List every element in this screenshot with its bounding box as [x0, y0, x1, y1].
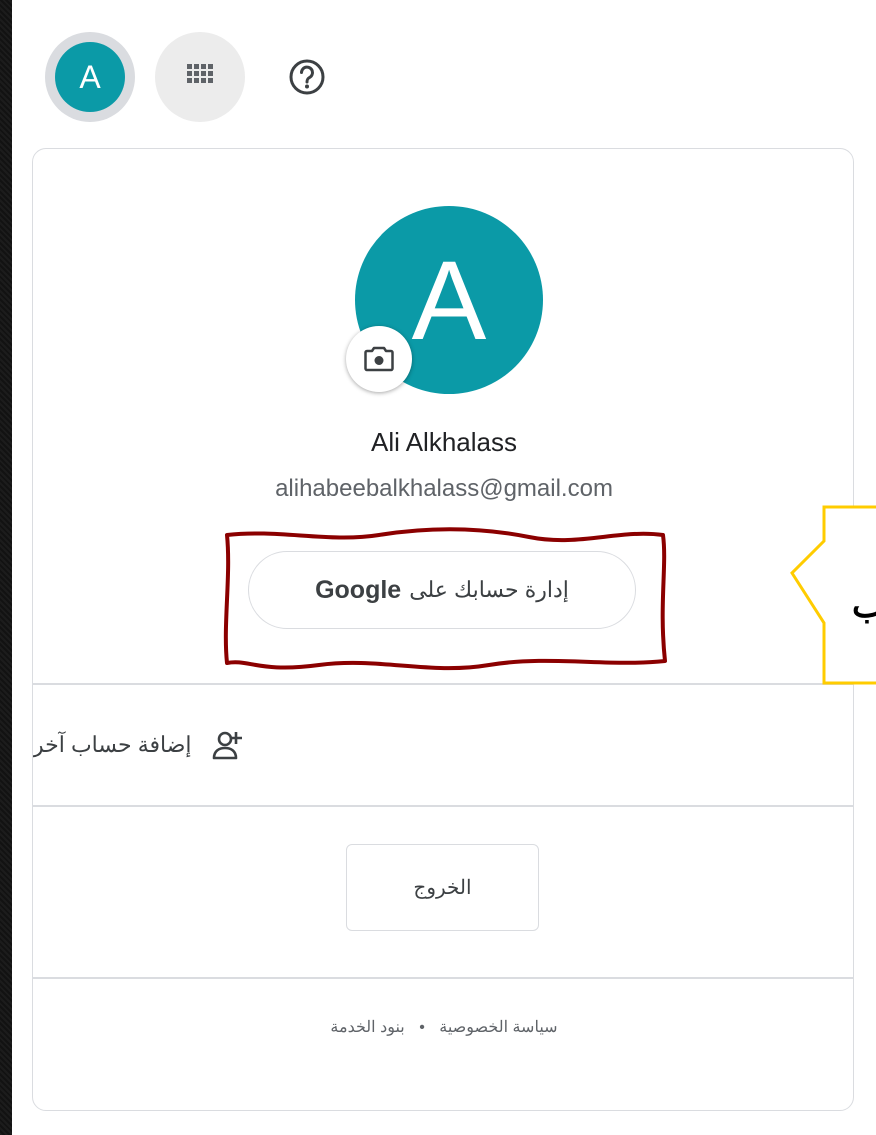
- user-name: Ali Alkhalass: [371, 427, 517, 457]
- apps-launcher-button[interactable]: [155, 32, 245, 122]
- avatar-letter: A: [55, 42, 125, 112]
- help-button[interactable]: [270, 40, 344, 114]
- add-person-icon: [212, 731, 242, 760]
- account-screen: A A Ali Alkhalass alihabeebalkhalass@gma…: [12, 0, 876, 1135]
- account-card: A Ali Alkhalass alihabeebalkhalass@gmail…: [32, 148, 854, 1111]
- footer-links: سياسة الخصوصية • بنود الخدمة: [33, 1017, 853, 1037]
- help-icon: [289, 59, 325, 95]
- add-account-label: إضافة حساب آخر: [33, 732, 192, 757]
- top-bar: A: [12, 0, 876, 150]
- footer-separator: •: [419, 1019, 425, 1036]
- user-email: alihabeebalkhalass@gmail.com: [275, 475, 613, 502]
- account-avatar-button[interactable]: A: [45, 32, 135, 122]
- add-another-account-button[interactable]: إضافة حساب آخر: [33, 685, 853, 805]
- change-photo-button[interactable]: [346, 326, 412, 392]
- divider: [33, 977, 853, 979]
- divider: [33, 805, 853, 807]
- terms-of-service-link[interactable]: بنود الخدمة: [330, 1019, 404, 1036]
- sign-out-button[interactable]: الخروج: [346, 844, 539, 931]
- camera-icon: [364, 346, 394, 372]
- callout-text: ب: [851, 586, 876, 626]
- google-brand-label: Google: [315, 575, 402, 604]
- manage-google-account-button[interactable]: إدارة حسابك على Google: [248, 551, 636, 629]
- privacy-policy-link[interactable]: سياسة الخصوصية: [439, 1019, 557, 1036]
- apps-grid-icon: [187, 64, 213, 83]
- manage-account-label: إدارة حسابك على: [409, 577, 569, 602]
